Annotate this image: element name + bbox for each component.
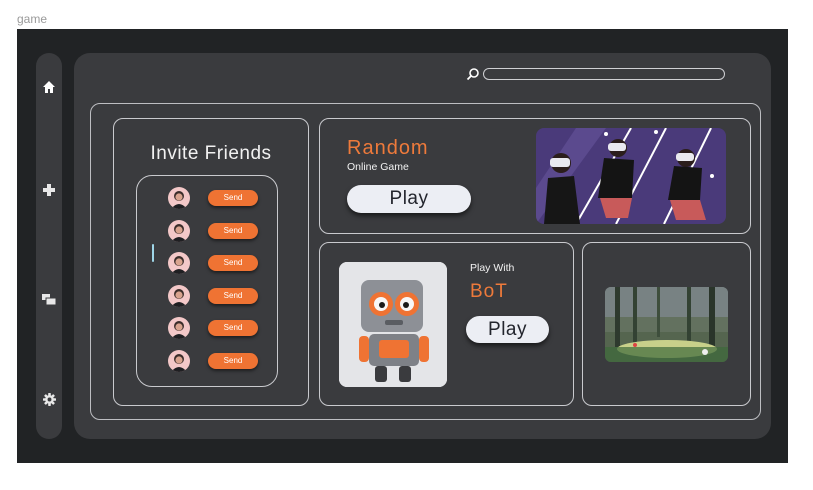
list-item: Send (137, 317, 277, 339)
chat-icon[interactable] (39, 290, 59, 310)
robot-image (339, 262, 447, 387)
vr-players-image (536, 128, 726, 224)
scroll-indicator[interactable] (152, 244, 154, 262)
search-input[interactable] (483, 68, 725, 80)
avatar (168, 350, 190, 372)
avatar (168, 285, 190, 307)
home-icon[interactable] (39, 77, 59, 97)
avatar (168, 317, 190, 339)
invite-friends-card: Invite Friends Send Send Send Send Send … (113, 118, 309, 406)
list-item: Send (137, 220, 277, 242)
bot-play-button[interactable]: Play (466, 316, 549, 343)
frame-label: game (17, 12, 48, 26)
gear-icon[interactable] (39, 389, 59, 409)
search-icon[interactable] (466, 67, 480, 81)
bot-game-card: Play With BoT Play (319, 242, 574, 406)
plus-icon[interactable] (39, 180, 59, 200)
friends-list: Send Send Send Send Send Send (136, 175, 278, 387)
bot-title: BoT (470, 281, 508, 302)
send-button[interactable]: Send (208, 255, 258, 271)
avatar (168, 220, 190, 242)
invite-friends-title: Invite Friends (150, 143, 272, 164)
send-button[interactable]: Send (208, 288, 258, 304)
send-button[interactable]: Send (208, 223, 258, 239)
list-item: Send (137, 285, 277, 307)
send-button[interactable]: Send (208, 320, 258, 336)
random-game-card: Random Online Game Play (319, 118, 751, 234)
avatar (168, 187, 190, 209)
send-button[interactable]: Send (208, 190, 258, 206)
random-play-button[interactable]: Play (347, 185, 471, 213)
sidebar (36, 53, 62, 439)
list-item: Send (137, 350, 277, 372)
bot-pretitle: Play With (470, 262, 515, 274)
search-bar (466, 67, 726, 81)
random-game-subtitle: Online Game (347, 161, 409, 173)
send-button[interactable]: Send (208, 353, 258, 369)
random-game-title: Random (347, 137, 429, 159)
forest-image (605, 287, 728, 362)
forest-game-card (582, 242, 751, 406)
list-item: Send (137, 187, 277, 209)
avatar (168, 252, 190, 274)
list-item: Send (137, 252, 277, 274)
